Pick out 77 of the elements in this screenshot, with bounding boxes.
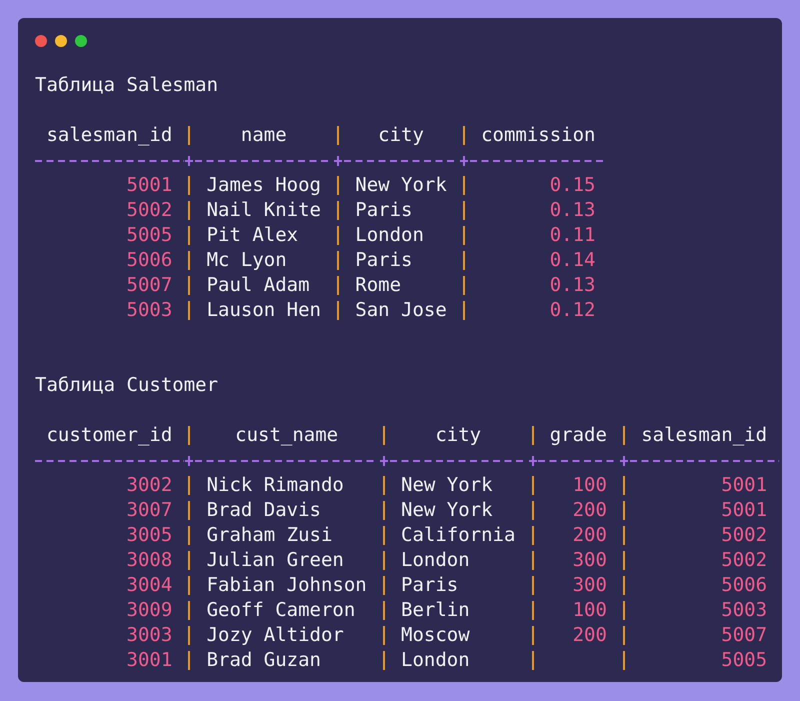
table-cell: Paris — [401, 574, 458, 596]
table-cell: 200 — [572, 499, 607, 521]
table-title: Таблица Customer — [35, 373, 218, 398]
table-cell: 3008 — [126, 549, 172, 571]
column-header: salesman_id — [640, 423, 768, 448]
table-cell: Julian Green — [206, 549, 344, 571]
table-cell: 100 — [572, 474, 607, 496]
column-header: commission — [480, 123, 596, 148]
table-cell: 5002 — [721, 549, 768, 571]
column-header: cust_name — [234, 423, 340, 448]
table-cell: Fabian Johnson — [206, 574, 367, 596]
table-cell: 0.13 — [550, 274, 596, 296]
table-cell: London — [401, 549, 470, 571]
table-cell: 0.15 — [550, 174, 596, 196]
maximize-icon[interactable] — [75, 35, 87, 47]
column-header: customer_id — [45, 423, 174, 448]
table-cell: California — [401, 524, 516, 546]
table-cell: 5003 — [721, 599, 768, 621]
table-cell: Jozy Altidor — [206, 624, 344, 646]
table-cell: 3004 — [126, 574, 172, 596]
table-cell: 5006 — [721, 574, 768, 596]
minimize-icon[interactable] — [55, 35, 67, 47]
table-cell: James Hoog — [206, 174, 321, 196]
table-cell: 5002 — [126, 199, 172, 221]
table-cell: 300 — [572, 574, 607, 596]
table-cell: 3007 — [126, 499, 172, 521]
table-cell: 3009 — [126, 599, 172, 621]
table-cell: Moscow — [401, 624, 470, 646]
table-cell: 5007 — [126, 274, 172, 296]
table-cell: 5003 — [126, 299, 172, 321]
table-cell: Rome — [355, 274, 402, 296]
table-title: Таблица Salesman — [35, 73, 218, 98]
table-cell: 200 — [572, 524, 607, 546]
table-cell: Paris — [355, 249, 412, 271]
table-cell: 3001 — [126, 649, 172, 671]
table-cell: 5006 — [126, 249, 172, 271]
table-cell: 0.12 — [550, 299, 596, 321]
column-header: city — [434, 423, 482, 448]
table-cell: 5005 — [721, 649, 768, 671]
table-cell: 5001 — [126, 174, 172, 196]
table-cell: 0.11 — [550, 224, 596, 246]
column-header: grade — [548, 423, 608, 448]
column-header: salesman_id — [45, 123, 174, 148]
table-cell: Nick Rimando — [206, 474, 344, 496]
table-cell: London — [401, 649, 470, 671]
table-cell: 5007 — [721, 624, 768, 646]
table-cell: 5001 — [721, 499, 768, 521]
table-cell: Nail Knite — [206, 199, 321, 221]
table-cell: Mc Lyon — [206, 249, 287, 271]
table-cell: San Jose — [355, 299, 447, 321]
table-cell: Brad Guzan — [206, 649, 321, 671]
table-cell: New York — [355, 174, 447, 196]
table-cell: 5001 — [721, 474, 768, 496]
table-cell: New York — [401, 499, 493, 521]
table-cell: New York — [401, 474, 493, 496]
table-cell: Paris — [355, 199, 412, 221]
table-cell: 0.14 — [550, 249, 596, 271]
table-cell: Brad Davis — [206, 499, 321, 521]
table-cell: London — [355, 224, 424, 246]
table-cell: 3003 — [126, 624, 172, 646]
table-cell: Pit Alex — [206, 224, 298, 246]
table-cell: 100 — [572, 599, 607, 621]
table-cell: 5002 — [721, 524, 768, 546]
table-cell: Geoff Cameron — [206, 599, 356, 621]
table-cell: 0.13 — [550, 199, 596, 221]
table-cell: Paul Adam — [206, 274, 310, 296]
table-cell: 300 — [572, 549, 607, 571]
table-cell: 5005 — [126, 224, 172, 246]
table-cell: 3002 — [126, 474, 172, 496]
column-header: name — [240, 123, 288, 148]
table-cell: Berlin — [401, 599, 470, 621]
table-cell: 200 — [572, 624, 607, 646]
table-cell: Lauson Hen — [206, 299, 321, 321]
column-header: city — [377, 123, 425, 148]
table-cell: 3005 — [126, 524, 172, 546]
table-cell: Graham Zusi — [206, 524, 332, 546]
close-icon[interactable] — [35, 35, 47, 47]
